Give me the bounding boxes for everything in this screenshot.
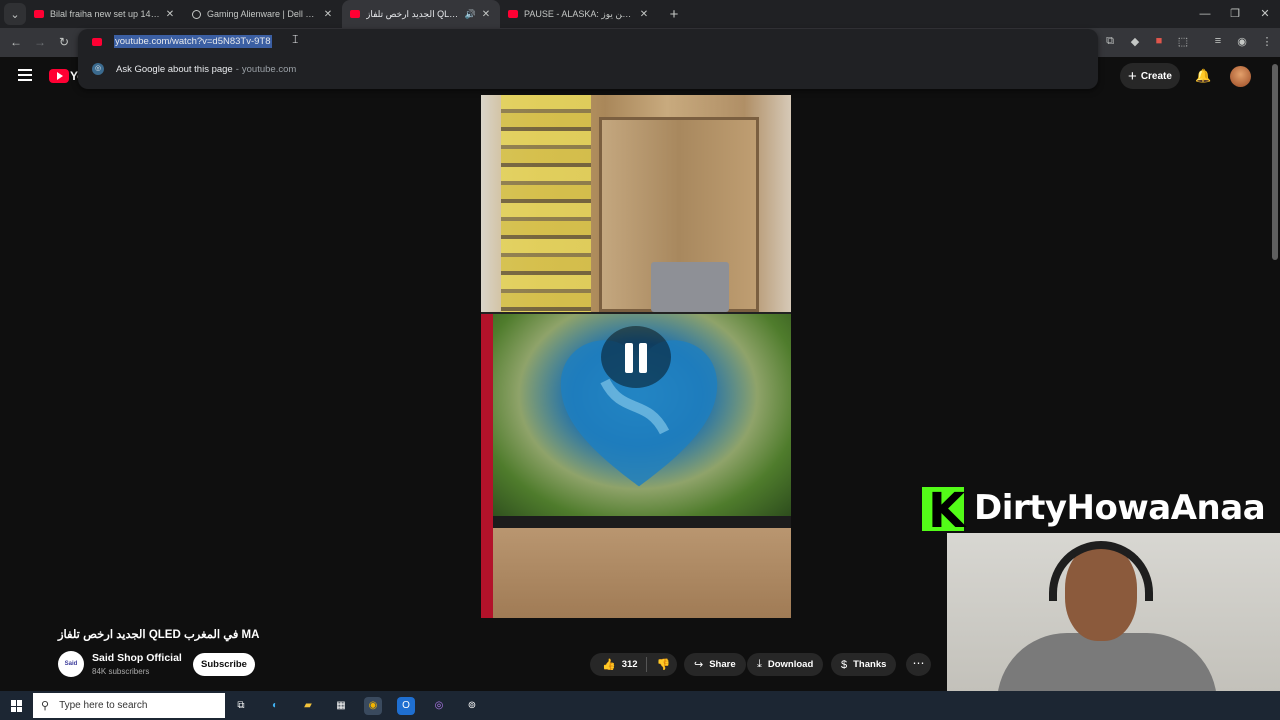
headset-graphic — [1049, 541, 1153, 601]
windows-taskbar: ⚲ Type here to search ⧉ ◐ ▰ ▦ ◉ O ◎ ⊚ — [0, 691, 1280, 720]
address-bar[interactable]: youtube.com/watch?v=d5N83Tv-9T8 — [114, 35, 272, 48]
media-controls-icon[interactable]: ≡ — [1210, 35, 1226, 47]
close-icon[interactable]: ✕ — [480, 9, 492, 20]
shelf-graphic — [501, 95, 591, 312]
search-icon: ⚲ — [41, 700, 50, 712]
kick-logo-icon: K — [922, 483, 965, 539]
forward-arrow-icon[interactable]: → — [32, 35, 48, 49]
dell-icon — [192, 9, 201, 19]
obs-icon[interactable]: ⊚ — [463, 697, 481, 715]
outlook-icon[interactable]: O — [397, 697, 415, 715]
close-icon[interactable]: ✕ — [322, 9, 334, 20]
create-label: Create — [1140, 70, 1172, 82]
ask-google-suggestion[interactable]: ◎ Ask Google about this page - youtube.c… — [92, 63, 296, 75]
streamer-name: DirtyHowaAnaa — [974, 488, 1266, 528]
cardboard-box-graphic — [481, 516, 791, 618]
like-dislike-group: 👍 312 👎 — [590, 653, 677, 676]
share-button[interactable]: ↪ Share — [684, 653, 746, 676]
thumbs-up-icon: 👍 — [602, 659, 616, 671]
channel-name[interactable]: Said Shop Official — [92, 652, 182, 664]
super-thanks-icon: $ — [841, 658, 848, 671]
kebab-menu-icon[interactable]: ⋮ — [1259, 35, 1275, 48]
store-icon[interactable]: ▦ — [332, 697, 350, 715]
suggestion-separator: - — [235, 63, 239, 75]
tab-title: الجديد ارخص تلفاز QLED في — [366, 8, 461, 19]
browser-tab-1[interactable]: Bilal fraiha new set up 140000d ✕ — [26, 0, 184, 28]
youtube-icon — [350, 10, 360, 18]
video-title: الجديد ارخص تلفاز QLED في المغرب MA — [58, 629, 260, 641]
youtube-icon — [34, 10, 44, 18]
channel-avatar[interactable]: Said — [58, 651, 84, 677]
browser-tab-2[interactable]: Gaming Alienware | Dell France ✕ — [184, 0, 342, 28]
thanks-button[interactable]: $ Thanks — [831, 653, 897, 676]
more-actions-icon[interactable]: ⋯ — [906, 653, 931, 676]
create-button[interactable]: + Create — [1120, 63, 1180, 89]
back-arrow-icon[interactable]: ← — [8, 35, 24, 49]
diamond-extension-icon[interactable]: ◆ — [1127, 35, 1143, 48]
chrome-icon[interactable]: ◉ — [364, 697, 382, 715]
tab-title: PAUSE - ALASKA: بي حقو من يوز — [524, 8, 634, 19]
page-scrollbar[interactable] — [1272, 64, 1278, 260]
download-button[interactable]: ⤓ Download — [747, 653, 824, 676]
tab-title: Bilal fraiha new set up 140000d — [50, 9, 160, 19]
subscribe-button[interactable]: Subscribe — [193, 653, 255, 676]
tab-search-icon[interactable]: ⌄ — [4, 3, 26, 25]
tab-title: Gaming Alienware | Dell France — [207, 9, 318, 19]
like-button[interactable]: 👍 312 — [590, 657, 647, 672]
bell-icon[interactable]: 🔔 — [1195, 68, 1211, 84]
subscriber-count: 84K subscribers — [92, 667, 150, 676]
download-icon: ⤓ — [757, 658, 762, 670]
restore-icon[interactable]: ❐ — [1220, 0, 1250, 28]
red-extension-icon[interactable]: ■ — [1151, 35, 1167, 47]
close-icon[interactable]: ✕ — [164, 9, 176, 20]
close-window-icon[interactable]: ✕ — [1250, 0, 1280, 28]
browser-tab-3[interactable]: الجديد ارخص تلفاز QLED في 🔊 ✕ — [342, 0, 500, 28]
reload-icon[interactable]: ↻ — [56, 35, 72, 49]
new-tab-plus-icon[interactable]: + — [662, 6, 686, 23]
omnibox-dropdown: youtube.com/watch?v=d5N83Tv-9T8 𝙸 ◎ Ask … — [78, 29, 1098, 89]
thanks-label: Thanks — [853, 659, 887, 670]
windows-start-icon[interactable] — [11, 700, 23, 712]
google-lens-icon: ◎ — [92, 63, 104, 75]
download-label: Download — [767, 659, 814, 670]
edge-icon[interactable]: ◐ — [266, 697, 284, 715]
avatar[interactable] — [1230, 66, 1251, 87]
taskbar-search-box[interactable]: ⚲ Type here to search — [33, 693, 225, 718]
share-label: Share — [709, 659, 736, 670]
speaker-icon[interactable]: 🔊 — [465, 9, 476, 20]
task-view-icon[interactable]: ⧉ — [232, 697, 250, 715]
app-purple-icon[interactable]: ◎ — [430, 697, 448, 715]
text-cursor-icon: 𝙸 — [291, 32, 300, 46]
taskbar-search-placeholder: Type here to search — [59, 700, 148, 711]
plus-icon: + — [1128, 67, 1137, 85]
close-icon[interactable]: ✕ — [638, 9, 650, 20]
share-icon: ↪ — [694, 659, 704, 671]
browser-tab-4[interactable]: PAUSE - ALASKA: بي حقو من يوز ✕ — [500, 0, 658, 28]
browser-tab-strip: ⌄ Bilal fraiha new set up 140000d ✕ Gami… — [0, 0, 1280, 28]
pause-icon[interactable] — [601, 326, 671, 388]
extensions-puzzle-icon[interactable]: ⬚ — [1175, 35, 1191, 48]
profile-icon[interactable]: ◉ — [1234, 35, 1250, 48]
suggestion-label: Ask Google about this page — [116, 63, 233, 75]
suggestion-source: youtube.com — [241, 63, 297, 75]
youtube-icon — [508, 10, 518, 18]
laptop-graphic — [651, 262, 729, 312]
youtube-logo-icon[interactable] — [49, 69, 69, 83]
window-controls: — ❐ ✕ — [1190, 0, 1280, 28]
translate-icon[interactable]: ⧉ — [1102, 35, 1118, 48]
like-count: 312 — [621, 659, 638, 670]
thumbs-down-icon[interactable]: 👎 — [647, 658, 681, 671]
video-frame-shop-interior — [481, 95, 791, 312]
menu-icon[interactable] — [18, 69, 32, 84]
red-edge-graphic — [481, 314, 493, 618]
file-explorer-icon[interactable]: ▰ — [299, 697, 317, 715]
screen: ⌄ Bilal fraiha new set up 140000d ✕ Gami… — [0, 0, 1280, 720]
minimize-icon[interactable]: — — [1190, 0, 1220, 28]
youtube-icon — [92, 38, 102, 46]
